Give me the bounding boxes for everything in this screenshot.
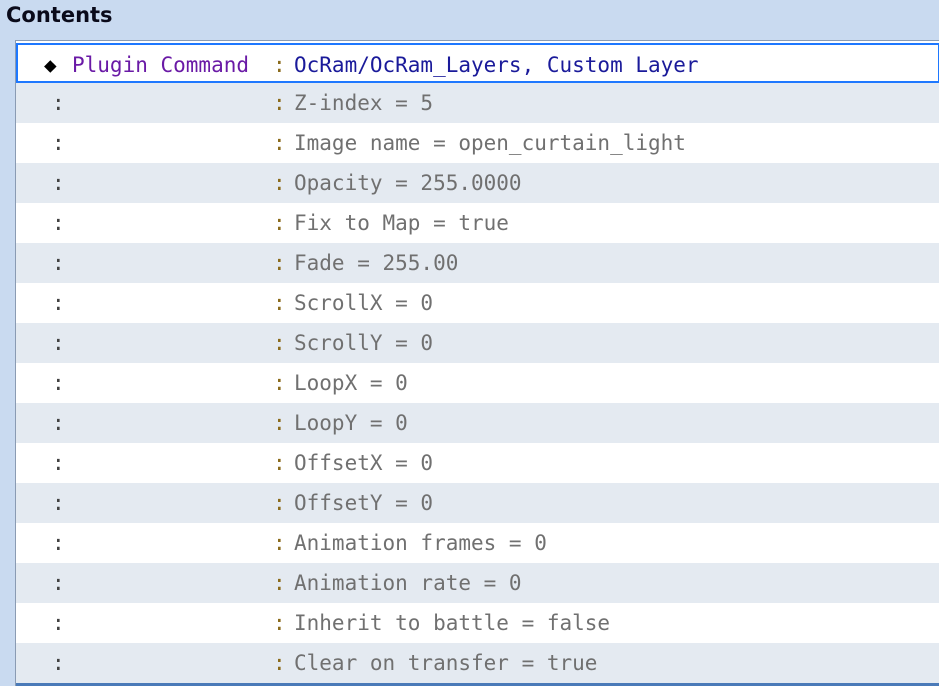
parameter-text: ScrollY = 0 bbox=[294, 331, 434, 355]
parameter-text: Animation rate = 0 bbox=[294, 571, 522, 595]
parameter-row[interactable]: :: ScrollY = 0 bbox=[16, 323, 939, 363]
parameter-row[interactable]: :: Animation frames = 0 bbox=[16, 523, 939, 563]
parameter-row[interactable]: :: Image name = open_curtain_light bbox=[16, 123, 939, 163]
parameter-text: LoopY = 0 bbox=[294, 411, 408, 435]
row-indent-colon: : bbox=[52, 451, 65, 475]
parameter-row[interactable]: :: OffsetX = 0 bbox=[16, 443, 939, 483]
row-indent-colon: : bbox=[52, 211, 65, 235]
parameter-text: Clear on transfer = true bbox=[294, 651, 598, 675]
row-separator: : bbox=[273, 611, 286, 635]
parameter-text: Fade = 255.00 bbox=[294, 251, 459, 275]
row-separator: : bbox=[273, 571, 286, 595]
panel-title: Contents bbox=[6, 3, 113, 27]
row-separator: : bbox=[273, 331, 286, 355]
row-separator: : bbox=[273, 651, 286, 675]
parameter-text: OffsetY = 0 bbox=[294, 491, 434, 515]
parameter-text: Z-index = 5 bbox=[294, 91, 434, 115]
row-indent-colon: : bbox=[52, 331, 65, 355]
row-indent-colon: : bbox=[52, 571, 65, 595]
row-indent-colon: : bbox=[52, 171, 65, 195]
row-separator: : bbox=[273, 291, 286, 315]
plugin-command-row[interactable]: ◆ Plugin Command : OcRam/OcRam_Layers, C… bbox=[16, 43, 939, 83]
parameter-row[interactable]: :: Clear on transfer = true bbox=[16, 643, 939, 683]
row-separator: : bbox=[273, 171, 286, 195]
row-indent-colon: : bbox=[52, 491, 65, 515]
parameter-text: LoopX = 0 bbox=[294, 371, 408, 395]
row-separator: : bbox=[273, 531, 286, 555]
row-separator: : bbox=[273, 451, 286, 475]
parameter-row[interactable]: :: Animation rate = 0 bbox=[16, 563, 939, 603]
parameter-row[interactable]: :: Inherit to battle = false bbox=[16, 603, 939, 643]
row-indent-colon: : bbox=[52, 131, 65, 155]
row-separator: : bbox=[273, 491, 286, 515]
row-indent-colon: : bbox=[52, 531, 65, 555]
row-separator: : bbox=[273, 251, 286, 275]
parameter-text: ScrollX = 0 bbox=[294, 291, 434, 315]
command-marker-icon: ◆ bbox=[44, 53, 57, 77]
row-separator: : bbox=[273, 131, 286, 155]
parameter-row[interactable]: :: Opacity = 255.0000 bbox=[16, 163, 939, 203]
parameter-row[interactable]: :: LoopX = 0 bbox=[16, 363, 939, 403]
parameter-text: Image name = open_curtain_light bbox=[294, 131, 686, 155]
parameter-row[interactable]: :: ScrollX = 0 bbox=[16, 283, 939, 323]
row-indent-colon: : bbox=[52, 91, 65, 115]
contents-header: Contents bbox=[0, 0, 939, 40]
row-indent-colon: : bbox=[52, 611, 65, 635]
row-indent-colon: : bbox=[52, 371, 65, 395]
parameter-row[interactable]: :: Fade = 255.00 bbox=[16, 243, 939, 283]
row-separator: : bbox=[273, 411, 286, 435]
row-indent-colon: : bbox=[52, 251, 65, 275]
row-indent-colon: : bbox=[52, 651, 65, 675]
parameter-text: Inherit to battle = false bbox=[294, 611, 611, 635]
row-separator: : bbox=[273, 371, 286, 395]
row-separator: : bbox=[273, 211, 286, 235]
parameter-row[interactable]: :: LoopY = 0 bbox=[16, 403, 939, 443]
parameter-row[interactable]: :: Fix to Map = true bbox=[16, 203, 939, 243]
row-indent-colon: : bbox=[52, 291, 65, 315]
parameter-row[interactable]: :: OffsetY = 0 bbox=[16, 483, 939, 523]
command-value: OcRam/OcRam_Layers, Custom Layer bbox=[294, 53, 699, 77]
parameter-text: OffsetX = 0 bbox=[294, 451, 434, 475]
parameter-text: Opacity = 255.0000 bbox=[294, 171, 522, 195]
parameter-text: Animation frames = 0 bbox=[294, 531, 547, 555]
row-separator: : bbox=[273, 91, 286, 115]
row-indent-colon: : bbox=[52, 411, 65, 435]
command-label: Plugin Command bbox=[72, 53, 250, 77]
parameter-row[interactable]: :: Z-index = 5 bbox=[16, 83, 939, 123]
event-contents-list[interactable]: ◆ Plugin Command : OcRam/OcRam_Layers, C… bbox=[15, 40, 939, 686]
parameter-text: Fix to Map = true bbox=[294, 211, 509, 235]
command-separator: : bbox=[273, 53, 286, 77]
